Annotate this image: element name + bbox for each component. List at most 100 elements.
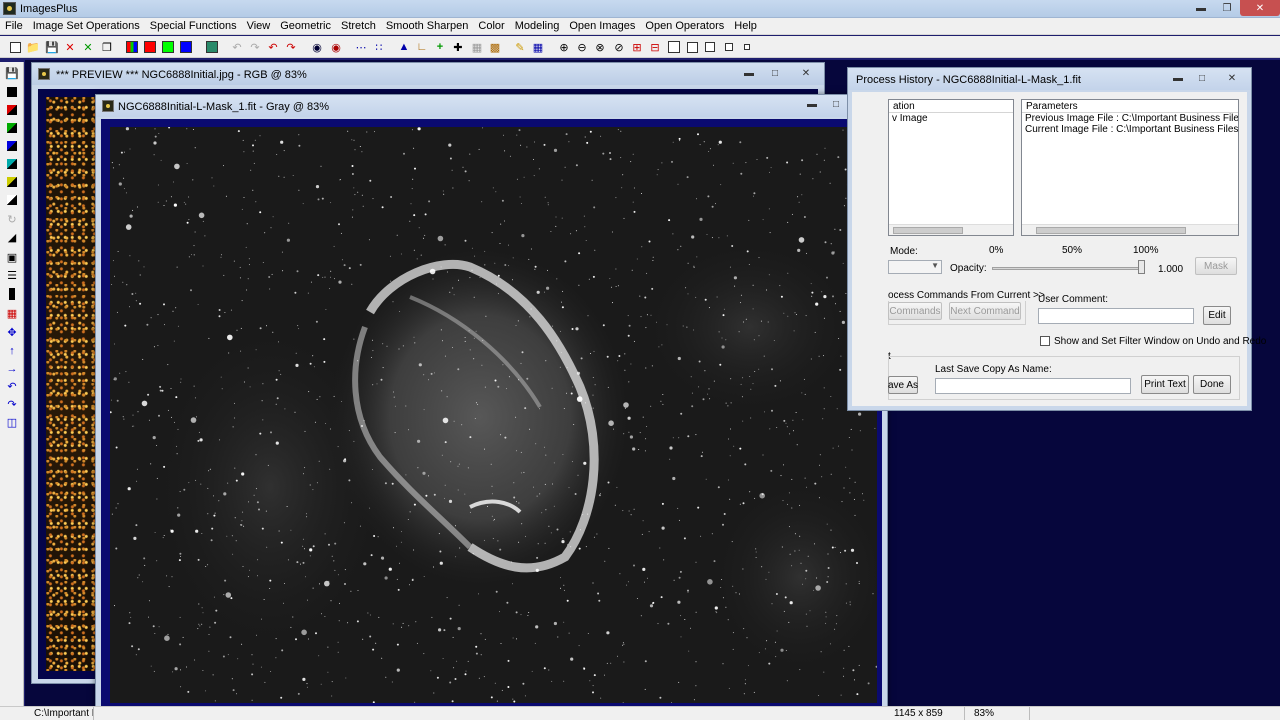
app-icon[interactable]: [3, 2, 16, 15]
menu-geometric[interactable]: Geometric: [275, 20, 336, 32]
next-command-button[interactable]: Next Command: [949, 302, 1021, 320]
close-image-icon[interactable]: ✕: [62, 39, 78, 55]
user-comment-input[interactable]: [1038, 308, 1194, 324]
red-black-tool-icon[interactable]: [4, 102, 20, 117]
redo-disabled-icon[interactable]: ↷: [247, 39, 263, 55]
maximize-icon[interactable]: □: [762, 65, 788, 81]
window-mini-icon[interactable]: [739, 39, 755, 55]
mask-button[interactable]: Mask: [1195, 257, 1237, 275]
redo-icon[interactable]: ↷: [283, 39, 299, 55]
flip-icon[interactable]: ◫: [4, 415, 20, 430]
rectangle-select-icon[interactable]: ▦: [4, 306, 20, 321]
opacity-slider-track[interactable]: [992, 267, 1144, 270]
minus-box-icon[interactable]: ⊟: [647, 39, 663, 55]
nebula-image[interactable]: [110, 127, 877, 703]
window-tiny-icon[interactable]: [721, 39, 737, 55]
green-channel-icon[interactable]: [160, 39, 176, 55]
crosshair-icon[interactable]: ✚: [450, 39, 466, 55]
minimize-icon[interactable]: ▬: [1166, 70, 1190, 86]
zoom-fit-icon[interactable]: ⊗: [592, 39, 608, 55]
copy-icon[interactable]: ❐: [99, 39, 115, 55]
done-button[interactable]: Done: [1193, 375, 1231, 394]
undo-disabled-icon[interactable]: ↶: [229, 39, 245, 55]
parameters-list[interactable]: Parameters Previous Image File : C:\Impo…: [1021, 99, 1239, 236]
menu-help[interactable]: Help: [729, 20, 762, 32]
arrow-right-icon[interactable]: →: [4, 361, 20, 376]
move-icon[interactable]: ✥: [4, 325, 20, 340]
black-level-icon[interactable]: [4, 286, 20, 301]
black-tool-icon[interactable]: [4, 84, 20, 99]
minimize-icon[interactable]: ▬: [800, 96, 824, 112]
operation-scrollbar[interactable]: [889, 224, 1013, 235]
curve-icon[interactable]: ∟: [414, 39, 430, 55]
menu-view[interactable]: View: [242, 20, 276, 32]
preview-title-bar[interactable]: *** PREVIEW *** NGC6888Initial.jpg - RGB…: [32, 63, 824, 85]
window-small-icon[interactable]: [702, 39, 718, 55]
levels-icon[interactable]: ☰: [4, 268, 20, 283]
minimize-icon[interactable]: ▬: [1188, 0, 1214, 16]
zoom-reset-icon[interactable]: ⊘: [611, 39, 627, 55]
arrow-up-icon[interactable]: ↑: [4, 343, 20, 358]
frame-icon[interactable]: ▦: [469, 39, 485, 55]
window-large-icon[interactable]: [666, 39, 682, 55]
blue-channel-icon[interactable]: [178, 39, 194, 55]
table-icon[interactable]: ▦: [530, 39, 546, 55]
list-item[interactable]: Current Image File : C:\Important Busine…: [1022, 124, 1238, 135]
menu-stretch[interactable]: Stretch: [336, 20, 381, 32]
grid-icon[interactable]: [204, 39, 220, 55]
image-window[interactable]: NGC6888Initial-L-Mask_1.fit - Gray @ 83%…: [95, 94, 888, 716]
new-file-icon[interactable]: [7, 39, 23, 55]
open-folder-icon[interactable]: 📁: [25, 39, 41, 55]
rotate-disabled-icon[interactable]: ↻: [4, 212, 20, 227]
close-all-icon[interactable]: ✕: [80, 39, 96, 55]
point-select-icon[interactable]: ◉: [309, 39, 325, 55]
zoom-out-icon[interactable]: ⊖: [574, 39, 590, 55]
zoom-in-icon[interactable]: ⊕: [556, 39, 572, 55]
menu-image-set-operations[interactable]: Image Set Operations: [28, 20, 145, 32]
image-title-bar[interactable]: NGC6888Initial-L-Mask_1.fit - Gray @ 83%…: [96, 95, 887, 117]
close-icon[interactable]: ✕: [1214, 70, 1250, 86]
minimize-icon[interactable]: ▬: [736, 65, 762, 81]
mode-select[interactable]: ▼: [888, 260, 942, 274]
menu-modeling[interactable]: Modeling: [510, 20, 565, 32]
green-black-tool-icon[interactable]: [4, 120, 20, 135]
last-save-name-input[interactable]: [935, 378, 1131, 394]
point-marker-icon[interactable]: ∷: [371, 39, 387, 55]
operation-list[interactable]: ation v Image: [888, 99, 1014, 236]
rgb-channels-icon[interactable]: [124, 39, 140, 55]
menu-open-operators[interactable]: Open Operators: [640, 20, 729, 32]
save-as-button[interactable]: ave As: [888, 376, 918, 394]
image-icon[interactable]: ▩: [487, 39, 503, 55]
histogram-icon[interactable]: ▲: [396, 39, 412, 55]
process-history-title-bar[interactable]: Process History - NGC6888Initial-L-Mask_…: [848, 68, 1251, 90]
image-canvas[interactable]: [101, 119, 882, 711]
blue-black-tool-icon[interactable]: [4, 138, 20, 153]
close-icon[interactable]: ✕: [788, 65, 824, 81]
yellow-black-tool-icon[interactable]: [4, 174, 20, 189]
commands-button[interactable]: Commands: [888, 302, 942, 320]
red-channel-icon[interactable]: [142, 39, 158, 55]
save-icon[interactable]: 💾: [44, 39, 60, 55]
add-box-icon[interactable]: ⊞: [629, 39, 645, 55]
record-icon[interactable]: ◉: [328, 39, 344, 55]
window-medium-icon[interactable]: [684, 39, 700, 55]
close-icon[interactable]: ✕: [1240, 0, 1280, 16]
parameters-column-header[interactable]: Parameters: [1022, 100, 1238, 113]
list-item[interactable]: v Image: [889, 113, 1013, 124]
cyan-black-tool-icon[interactable]: [4, 156, 20, 171]
gradient-icon[interactable]: ◢: [4, 230, 20, 245]
image-window-icon[interactable]: [38, 68, 50, 80]
target-icon[interactable]: ▣: [4, 250, 20, 265]
menu-file[interactable]: File: [0, 20, 28, 32]
parameters-scrollbar[interactable]: [1022, 224, 1238, 235]
restore-icon[interactable]: ❐: [1214, 0, 1240, 16]
rotate-right-icon[interactable]: ↷: [4, 397, 20, 412]
print-text-button[interactable]: Print Text: [1141, 375, 1189, 394]
pencil-icon[interactable]: ✎: [512, 39, 528, 55]
opacity-slider-thumb[interactable]: [1138, 260, 1145, 274]
rotate-left-icon[interactable]: ↶: [4, 379, 20, 394]
add-icon[interactable]: +: [432, 39, 448, 55]
menu-color[interactable]: Color: [473, 20, 509, 32]
save-icon[interactable]: 💾: [4, 66, 20, 81]
list-item[interactable]: Previous Image File : C:\Important Busin…: [1022, 113, 1238, 124]
